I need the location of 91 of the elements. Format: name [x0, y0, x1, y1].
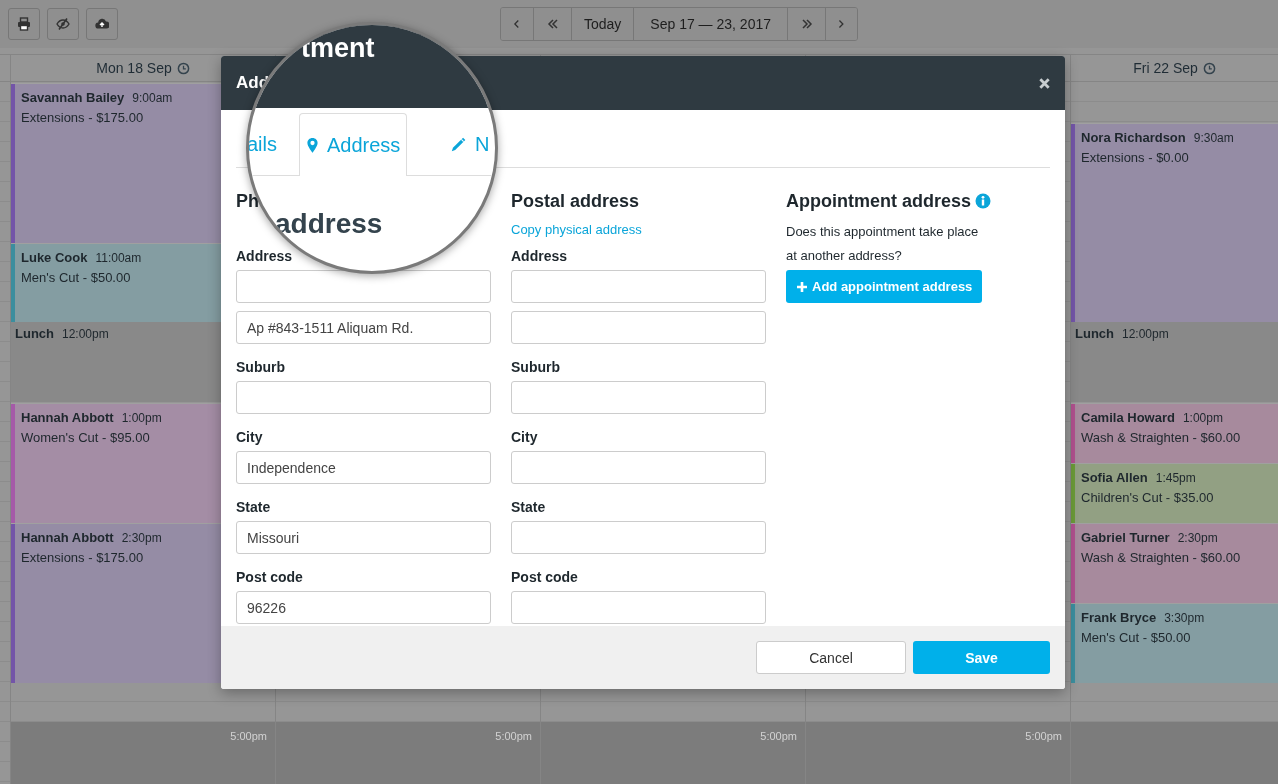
service-price: Men's Cut - $50.00 [21, 270, 131, 285]
next-button[interactable] [825, 8, 857, 40]
appointment-time: 11:00am [95, 251, 142, 265]
print-icon [17, 17, 31, 31]
service-price: Men's Cut - $50.00 [1081, 630, 1191, 645]
appointment-time: 1:00pm [1182, 411, 1223, 425]
appointment-card[interactable]: Gabriel Turner 2:30pm Wash & Straighten - $60.00 [1071, 523, 1278, 603]
client-name: Gabriel Turner [1081, 530, 1170, 545]
input-field[interactable]: Ap #843-1511 Aliquam Rd. [236, 311, 491, 344]
copy-address-link[interactable]: Copy physical address [511, 220, 642, 240]
input-field[interactable] [511, 521, 766, 554]
client-name: Frank Bryce [1081, 610, 1157, 625]
field-label: State [236, 498, 271, 517]
appointment-time: 2:30pm [1177, 531, 1218, 545]
day-header: Fri 22 Sep [1133, 60, 1198, 76]
save-button[interactable]: Save [913, 641, 1050, 674]
input-field[interactable] [236, 381, 491, 414]
print-button[interactable] [8, 8, 40, 40]
appointment-card[interactable]: Camila Howard 1:00pm Wash & Straighten - $60.00 [1071, 403, 1278, 463]
service-price: Extensions - $0.00 [1081, 150, 1189, 165]
plus-icon [796, 280, 808, 293]
section-heading: address [275, 208, 383, 240]
closing-time: 5:00pm [495, 730, 532, 742]
service-price: Wash & Straighten - $60.00 [1081, 550, 1241, 565]
appointment-card[interactable]: Sofia Allen 1:45pm Children's Cut - $35.00 [1071, 463, 1278, 523]
appointment-card[interactable]: Nora Richardson 9:30am Extensions - $0.00 [1071, 123, 1278, 323]
appointment-time: 3:30pm [1164, 611, 1205, 625]
client-name: Nora Richardson [1081, 130, 1186, 145]
appointment-time: 2:30pm [121, 531, 162, 545]
service-price: Wash & Straighten - $60.00 [1081, 430, 1241, 445]
section-heading: Ph [236, 190, 260, 212]
input-field[interactable]: Independence [236, 451, 491, 484]
tab[interactable]: N [442, 113, 495, 175]
input-field[interactable] [236, 270, 491, 303]
service-price: Extensions - $175.00 [21, 550, 144, 565]
field-label: Suburb [236, 358, 285, 377]
clock-icon [1202, 61, 1216, 75]
closing-time: 5:00pm [230, 730, 267, 742]
section-heading: Postal address [511, 190, 641, 212]
hide-button[interactable] [47, 8, 79, 40]
field-label: City [511, 428, 538, 447]
appointment-time: 1:45pm [1155, 471, 1196, 485]
input-field[interactable] [511, 591, 766, 624]
section-heading: Appointment address [786, 190, 972, 212]
client-name: Camila Howard [1081, 410, 1175, 425]
clock-icon [176, 61, 190, 75]
double-chevron-left-icon [545, 17, 560, 31]
description-text: Does this appointment take place at another address? [786, 223, 980, 265]
add-address-button[interactable]: Add appointment address [786, 270, 983, 303]
pencil-icon [449, 135, 467, 154]
field-label: City [236, 428, 263, 447]
client-name: Hannah Abbott [21, 530, 114, 545]
upload-button[interactable] [86, 8, 118, 40]
cloud-upload-icon [95, 17, 109, 31]
field-label: Post code [511, 568, 578, 587]
double-chevron-right-icon [799, 17, 814, 31]
input-field[interactable] [511, 270, 766, 303]
appointment-card[interactable]: Frank Bryce 3:30pm Men's Cut - $50.00 [1071, 603, 1278, 683]
field-label: Address [511, 247, 568, 266]
dialog-title: tment [301, 33, 375, 64]
input-field[interactable] [511, 311, 766, 344]
client-name: Hannah Abbott [21, 410, 114, 425]
input-field[interactable] [511, 381, 766, 414]
break-label: Lunch [1075, 326, 1114, 341]
closing-time: 5:00pm [1025, 730, 1062, 742]
field-label: Suburb [511, 358, 560, 377]
appointment-time: 1:00pm [121, 411, 162, 425]
service-price: Extensions - $175.00 [21, 110, 144, 125]
client-name: Savannah Bailey [21, 90, 125, 105]
field-label: State [511, 498, 546, 517]
service-price: Children's Cut - $35.00 [1081, 490, 1214, 505]
close-icon [1038, 76, 1051, 90]
day-header: Mon 18 Sep [96, 60, 172, 76]
input-field[interactable]: 96226 [236, 591, 491, 624]
break-time: 12:00pm [62, 327, 109, 341]
tab[interactable]: Address [299, 113, 408, 176]
closing-time: 5:00pm [760, 730, 797, 742]
break-time: 12:00pm [1122, 327, 1169, 341]
cancel-button[interactable]: Cancel [756, 641, 906, 674]
close-button[interactable] [1038, 76, 1051, 90]
appointment-time: 9:30am [1193, 131, 1234, 145]
client-name: Luke Cook [21, 250, 88, 265]
eye-slash-icon [56, 17, 70, 31]
info-icon [975, 193, 992, 209]
break-label: Lunch [15, 326, 54, 341]
service-price: Women's Cut - $95.00 [21, 430, 150, 445]
input-field[interactable] [511, 451, 766, 484]
appointment-time: 9:00am [132, 91, 173, 105]
client-name: Sofia Allen [1081, 470, 1148, 485]
pin-icon [306, 136, 319, 154]
input-field[interactable]: Missouri [236, 521, 491, 554]
